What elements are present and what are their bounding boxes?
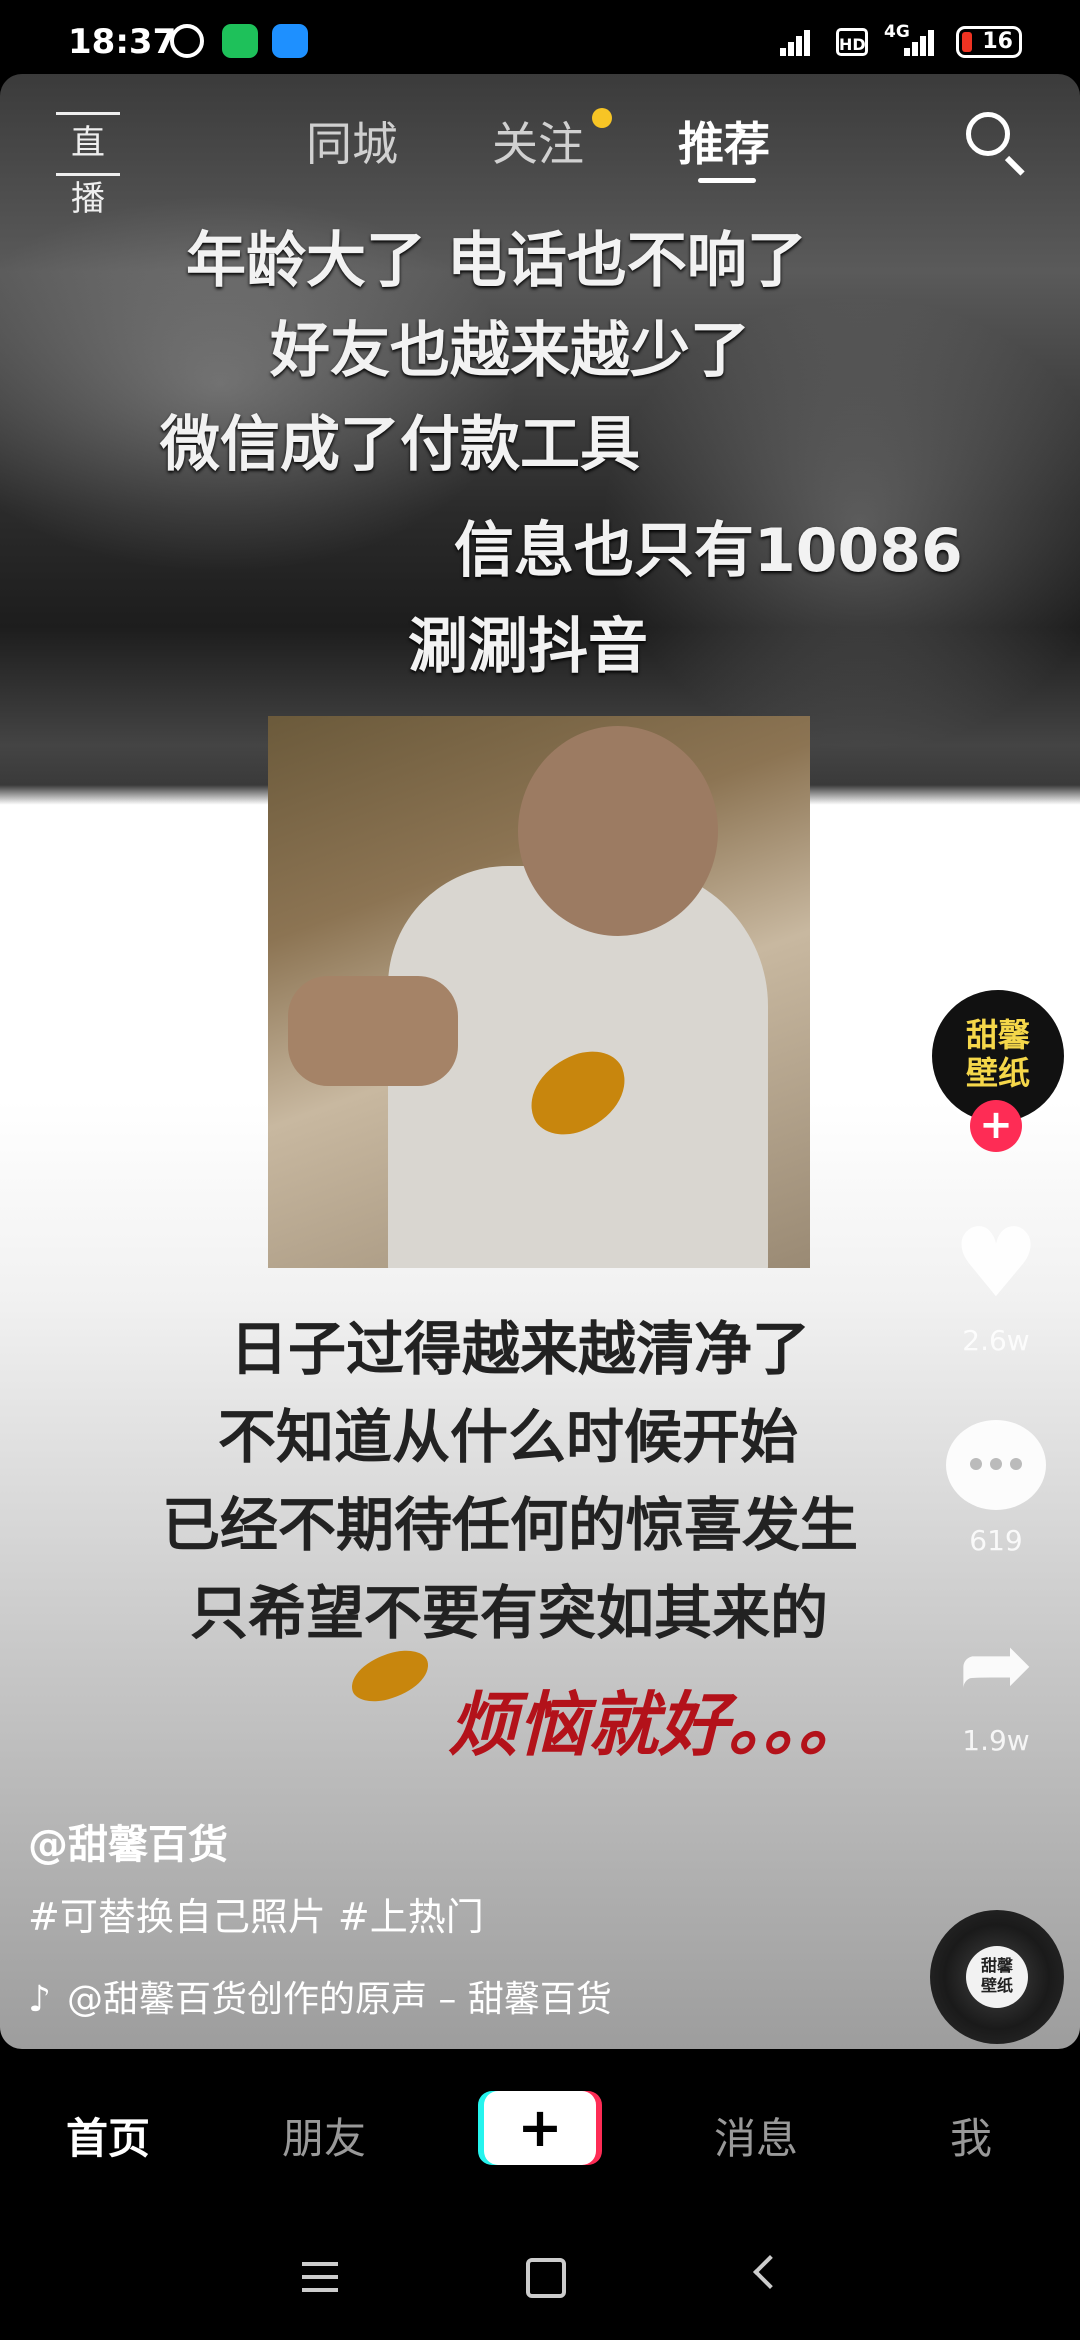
tab-local[interactable]: 同城 [306,108,398,174]
author-name[interactable]: @甜馨百货 [28,1812,228,1870]
clock: 18:37 [68,22,177,62]
active-tab-indicator [698,178,756,183]
live-button[interactable]: 直播 [56,112,120,219]
signal-icon [904,30,946,60]
system-nav-bar [0,2214,1080,2340]
wechat-icon [222,24,258,58]
message-app-icon [272,24,308,58]
caption-line: 涮涮抖音 [408,612,648,682]
avatar-text: 壁纸 [965,1054,1030,1092]
caption-line: 信息也只有10086 [454,516,963,586]
caption-line: 不知道从什么时候开始 [218,1403,799,1471]
battery-level: 16 [982,29,1013,54]
status-bar: 18:37 HD 4G 16 [0,0,1080,74]
heart-icon[interactable]: ♥ [946,1215,1046,1311]
music-note-icon: ♪ [28,1979,51,2020]
music-title: @甜馨百货创作的原声 – 甜馨百货 [66,1979,612,2020]
follow-button[interactable]: + [970,1100,1022,1152]
share-icon[interactable]: ➦ [946,1620,1046,1710]
baby-photo [268,716,810,1268]
caption-line: 好友也越来越少了 [270,316,750,386]
avatar-text: 甜馨 [965,1016,1030,1054]
caption-line: 日子过得越来越清净了 [230,1315,811,1383]
caption-line: 已经不期待任何的惊喜发生 [162,1491,859,1559]
search-icon[interactable] [966,112,1010,156]
comment-icon[interactable] [946,1420,1046,1510]
music-info[interactable]: ♪ @甜馨百货创作的原声 – 甜馨百货 [28,1970,612,2022]
disc-label: 甜馨 壁纸 [966,1946,1028,2008]
back-icon[interactable] [753,2255,787,2289]
bottom-tab-bar: 首页 朋友 + 消息 我 [0,2049,1080,2214]
battery-icon: 16 [956,26,1022,58]
home-icon[interactable] [526,2258,566,2298]
create-button[interactable]: + [484,2091,596,2165]
music-disc[interactable]: 甜馨 壁纸 [930,1910,1064,2044]
notification-dot [592,108,612,128]
alarm-icon [170,24,204,58]
tab-home[interactable]: 首页 [66,2105,150,2166]
like-count: 2.6w [962,1324,1030,1357]
tab-following[interactable]: 关注 [492,108,584,174]
leaf-decoration [345,1644,435,1708]
tab-me[interactable]: 我 [950,2105,992,2166]
top-nav: 直播 同城 关注 推荐 [0,74,1080,219]
share-count: 1.9w [962,1724,1030,1757]
caption-line: 只希望不要有突如其来的 [190,1579,829,1647]
menu-icon[interactable] [302,2262,338,2292]
hd-badge: HD [836,28,868,56]
signal-icon [780,30,824,60]
caption-highlight: 烦恼就好。。。 [448,1684,868,1766]
hashtags[interactable]: #可替换自己照片 #上热门 [28,1886,484,1941]
tab-messages[interactable]: 消息 [714,2105,798,2166]
caption-line: 微信成了付款工具 [160,410,640,480]
caption-line: 年龄大了 电话也不响了 [186,226,807,296]
video-player[interactable]: 直播 同城 关注 推荐 年龄大了 电话也不响了 好友也越来越少了 微信成了付款工… [0,74,1080,2049]
comment-count: 619 [969,1524,1023,1557]
tab-friends[interactable]: 朋友 [282,2105,366,2166]
tab-recommend[interactable]: 推荐 [678,108,770,174]
